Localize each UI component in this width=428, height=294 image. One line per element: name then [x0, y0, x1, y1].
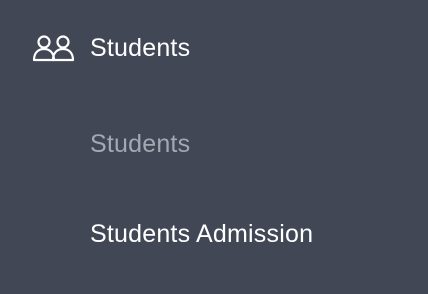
submenu-item-students[interactable]: Students [90, 130, 190, 159]
submenu-item-students-admission[interactable]: Students Admission [90, 220, 313, 249]
sidebar-item-students-group[interactable]: Students [32, 26, 190, 70]
sidebar: Students Students Students Admission [0, 0, 428, 294]
sidebar-parent-label: Students [90, 33, 191, 62]
users-icon [32, 32, 76, 64]
